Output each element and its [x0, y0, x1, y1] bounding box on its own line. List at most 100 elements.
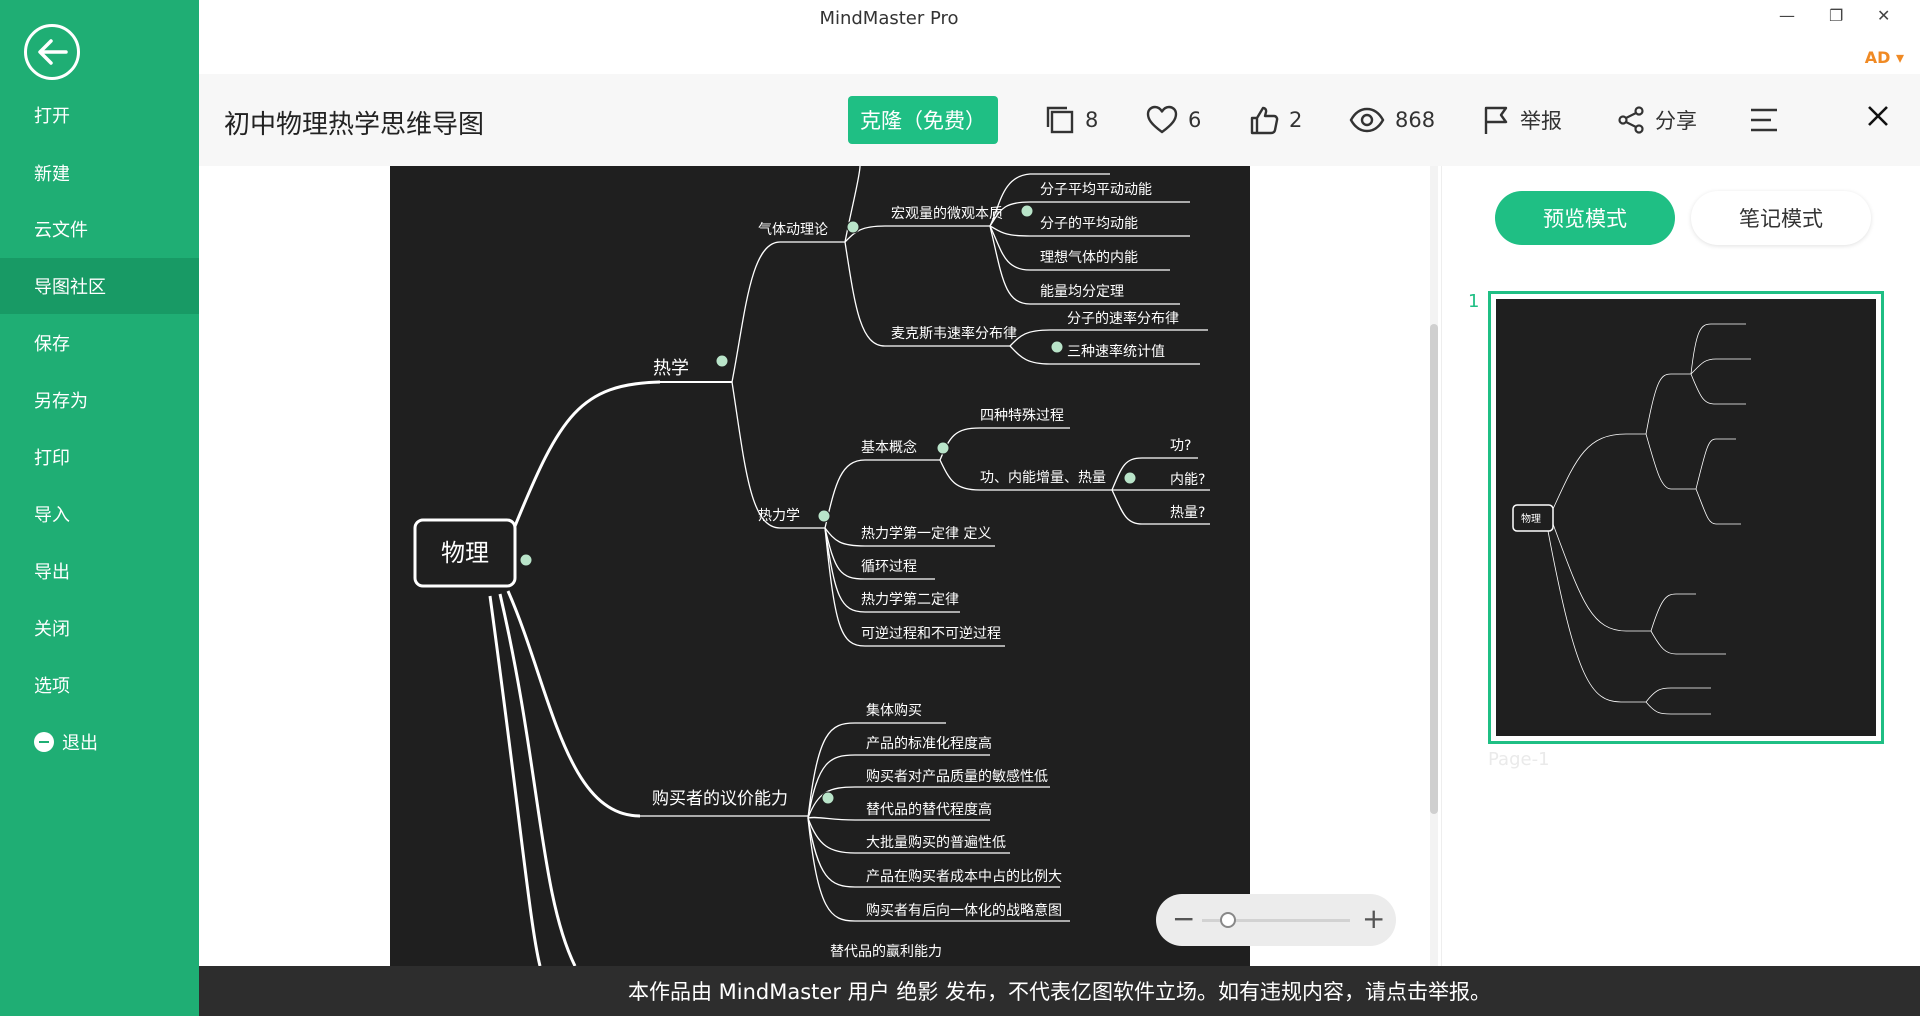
share-icon	[1618, 106, 1644, 134]
node-heat[interactable]: 热学	[653, 358, 689, 379]
node-reversible[interactable]: 可逆过程和不可逆过程	[861, 626, 1001, 642]
title-bar: MindMaster Pro — ❐ ✕ AD ▾	[199, 0, 1920, 74]
node-ie-q[interactable]: 内能?	[1170, 472, 1205, 488]
thumbnail-map: 物理	[1512, 323, 1751, 715]
favorites-stat[interactable]: 6	[1146, 102, 1201, 138]
node-backward-integration[interactable]: 购买者有后向一体化的战略意图	[866, 902, 1062, 919]
sidebar-item-import[interactable]: 导入	[0, 486, 199, 542]
report-label: 举报	[1520, 109, 1562, 133]
back-button[interactable]	[24, 24, 80, 80]
footer-notice[interactable]: 本作品由 MindMaster 用户 绝影 发布，不代表亿图软件立场。如有违规内…	[199, 966, 1920, 1016]
mindmap-canvas[interactable]: 物理 热学 气体动理论 宏观量的微观本质 分子平均平动动能 分子的平均动能 理想…	[390, 166, 1250, 966]
preview-mode-button[interactable]: 预览模式	[1495, 191, 1675, 245]
menu-button[interactable]	[1749, 102, 1789, 138]
zoom-in-button[interactable]: +	[1362, 904, 1385, 934]
collapse-toggle[interactable]	[817, 509, 831, 523]
node-equipartition[interactable]: 能量均分定理	[1040, 284, 1124, 300]
scrollbar-thumb[interactable]	[1430, 324, 1438, 814]
heart-icon	[1146, 105, 1178, 134]
node-cost-share[interactable]: 产品在购买者成本中占的比例大	[866, 869, 1062, 885]
collapse-toggle[interactable]	[1123, 471, 1137, 485]
sidebar-item-export[interactable]: 导出	[0, 543, 199, 599]
close-doc-button[interactable]	[1866, 104, 1890, 132]
page-number: 1	[1468, 291, 1480, 312]
collapse-toggle[interactable]	[715, 354, 729, 368]
close-window-icon[interactable]: ✕	[1877, 6, 1890, 25]
node-maxwell[interactable]: 麦克斯韦速率分布律	[891, 325, 1017, 342]
node-gas-theory[interactable]: 气体动理论	[758, 222, 828, 238]
sidebar-item-label: 打开	[34, 106, 70, 127]
restore-icon[interactable]: ❐	[1829, 6, 1843, 25]
node-bulk-buy[interactable]: 大批量购买的普遍性低	[866, 835, 1006, 851]
node-buyer-power[interactable]: 购买者的议价能力	[652, 789, 788, 809]
minimize-icon[interactable]: —	[1779, 6, 1795, 25]
node-avg-trans-ke[interactable]: 分子平均平动动能	[1040, 182, 1152, 198]
node-work-q[interactable]: 功?	[1170, 438, 1191, 454]
collapse-toggle[interactable]	[936, 441, 950, 455]
arrow-left-icon	[38, 39, 68, 65]
share-button[interactable]: 分享	[1617, 102, 1697, 138]
zoom-out-button[interactable]: −	[1172, 904, 1195, 934]
page-label: Page-1	[1488, 749, 1550, 770]
sidebar-item-save[interactable]: 保存	[0, 315, 199, 371]
copies-count: 8	[1085, 108, 1099, 132]
sidebar-item-exit[interactable]: 退出	[0, 714, 199, 770]
node-standardization[interactable]: 产品的标准化程度高	[866, 735, 992, 752]
zoom-slider-handle[interactable]	[1220, 912, 1236, 928]
collapse-toggle[interactable]	[821, 791, 835, 805]
sidebar-item-close[interactable]: 关闭	[0, 600, 199, 656]
sidebar-item-label: 导出	[34, 562, 70, 583]
sidebar-item-cloud-files[interactable]: 云文件	[0, 201, 199, 257]
thumbnail-root-label: 物理	[1521, 512, 1541, 525]
sidebar-item-label: 另存为	[34, 391, 88, 412]
node-substitute-degree[interactable]: 替代品的替代程度高	[866, 801, 992, 818]
sidebar-item-open[interactable]: 打开	[0, 87, 199, 143]
node-thermo[interactable]: 热力学	[758, 508, 800, 524]
node-substitute-profit[interactable]: 替代品的赢利能力	[830, 943, 942, 960]
mindmap-svg: 物理 热学 气体动理论 宏观量的微观本质 分子平均平动动能 分子的平均动能 理想…	[413, 166, 1210, 966]
doc-header: 初中物理热学思维导图 克隆（免费） 8 6 2 868 举报 分享	[199, 74, 1920, 166]
node-speed-dist[interactable]: 分子的速率分布律	[1067, 310, 1179, 327]
sidebar-item-options[interactable]: 选项	[0, 657, 199, 713]
likes-stat[interactable]: 2	[1249, 102, 1302, 138]
right-panel: 预览模式 笔记模式 1 物理 Page-1	[1441, 166, 1920, 966]
node-four-processes[interactable]: 四种特殊过程	[980, 408, 1064, 424]
canvas-scrollbar[interactable]	[1430, 166, 1438, 966]
node-first-law[interactable]: 热力学第一定律 定义	[861, 525, 991, 542]
minus-circle-icon	[34, 732, 54, 752]
node-basics[interactable]: 基本概念	[861, 439, 917, 456]
collapse-toggle[interactable]	[846, 220, 860, 234]
node-second-law[interactable]: 热力学第二定律	[861, 591, 959, 608]
views-stat: 868	[1349, 102, 1435, 138]
page-thumbnail[interactable]: 物理	[1488, 291, 1884, 744]
node-ideal-gas-ie[interactable]: 理想气体的内能	[1040, 250, 1138, 266]
collapse-toggle[interactable]	[1050, 340, 1064, 354]
node-macro-micro[interactable]: 宏观量的微观本质	[891, 206, 1003, 222]
node-avg-ke[interactable]: 分子的平均动能	[1040, 216, 1138, 232]
copies-stat[interactable]: 8	[1045, 102, 1098, 138]
thumbnail-preview: 物理	[1496, 299, 1876, 736]
sidebar-item-label: 打印	[34, 448, 70, 469]
mindmap-root[interactable]: 物理	[441, 539, 489, 567]
notes-mode-button[interactable]: 笔记模式	[1691, 191, 1871, 245]
eye-icon	[1349, 107, 1385, 133]
share-label: 分享	[1655, 109, 1697, 133]
node-group-buy[interactable]: 集体购买	[866, 702, 922, 719]
node-quality-sensitivity[interactable]: 购买者对产品质量的敏感性低	[866, 768, 1048, 785]
node-three-speeds[interactable]: 三种速率统计值	[1067, 343, 1165, 360]
sidebar-item-community[interactable]: 导图社区	[0, 258, 199, 314]
report-button[interactable]: 举报	[1482, 102, 1562, 138]
sidebar: 打开 新建 云文件 导图社区 保存 另存为 打印 导入 导出 关闭 选项 退出	[0, 0, 199, 1016]
sidebar-item-new[interactable]: 新建	[0, 145, 199, 201]
sidebar-item-save-as[interactable]: 另存为	[0, 372, 199, 428]
sidebar-item-label: 关闭	[34, 619, 70, 640]
sidebar-item-print[interactable]: 打印	[0, 429, 199, 485]
user-menu[interactable]: AD ▾	[1865, 48, 1904, 67]
collapse-toggle[interactable]	[1020, 204, 1034, 218]
clone-button[interactable]: 克隆（免费）	[848, 96, 998, 144]
node-cycle[interactable]: 循环过程	[861, 559, 917, 575]
sidebar-item-label: 新建	[34, 164, 70, 185]
node-heat-q[interactable]: 热量?	[1170, 505, 1205, 521]
node-work-energy-heat[interactable]: 功、内能增量、热量	[980, 470, 1106, 486]
close-icon	[1868, 106, 1888, 126]
